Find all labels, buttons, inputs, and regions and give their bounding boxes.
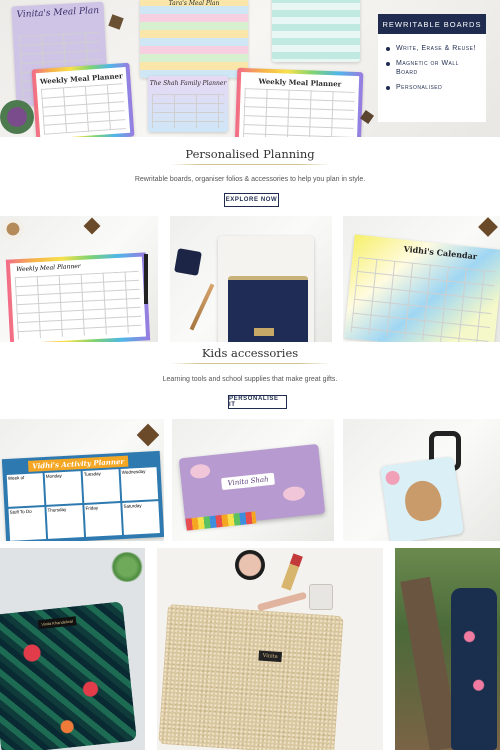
planning-tile-board[interactable]: Weekly Meal Planner xyxy=(0,216,158,342)
planner-day-cell: Wednesday xyxy=(120,467,159,501)
folio-nameplate xyxy=(254,328,274,336)
eyeshadow-decoration xyxy=(235,550,265,580)
kids-section-title: Kids accessories xyxy=(201,346,299,360)
planner-day-cell: Thursday xyxy=(46,505,85,539)
clutch-name-label: Vinita xyxy=(258,650,282,663)
activity-planner-image: Vidhi's Activity Planner Week of Monday … xyxy=(1,450,164,541)
family-stripe-board: Tara's Meal Plan xyxy=(140,0,248,78)
planning-tile-calendar[interactable]: Vidhi's Calendar xyxy=(343,216,500,342)
meal-planner-board-image: Weekly Meal Planner xyxy=(5,252,151,342)
succulent-decoration xyxy=(0,100,34,134)
hero-banner[interactable]: Vinita's Meal Plan Weekly Meal Planner T… xyxy=(0,0,500,137)
bullet-icon xyxy=(386,86,390,90)
ring-box-decoration xyxy=(174,248,202,276)
planner-day-cell: Friday xyxy=(84,503,122,537)
kids-title-underline xyxy=(170,363,330,364)
calendar-board-title: Vidhi's Calendar xyxy=(403,243,478,262)
family-planner-board: The Shah Family Planner xyxy=(148,76,228,132)
promo-feature-list: Write, Erase & Reuse! Magnetic or Wall B… xyxy=(386,44,482,98)
explore-now-button[interactable]: Explore Now xyxy=(224,193,279,207)
gem-decoration xyxy=(478,217,498,237)
flamingo-bag-image xyxy=(451,588,497,750)
marker-pen-decoration xyxy=(144,254,148,304)
kids-tile-pencil-box[interactable]: Vinita Shah xyxy=(172,419,334,541)
pouch-name-label: Vinita Khandelwal xyxy=(37,616,77,630)
weekly-planner-board-left: Weekly Meal Planner xyxy=(31,62,135,137)
gem-decoration xyxy=(136,423,160,447)
tropical-pouch-image: Vinita Khandelwal xyxy=(0,601,137,750)
bullet-icon xyxy=(386,62,390,66)
bottom-tile-glitter-clutch[interactable]: Vinita xyxy=(157,548,383,750)
mascara-decoration xyxy=(256,591,308,612)
promo-feature-text: Personalised xyxy=(396,84,443,91)
meal-plan-board-title: Vinita's Meal Plan xyxy=(16,5,100,21)
lipstick-decoration xyxy=(281,553,303,591)
weekly-planner-board-right-title: Weekly Meal Planner xyxy=(258,76,342,89)
planning-section-subtitle: Rewritable boards, organiser folios & ac… xyxy=(134,176,366,183)
perfume-decoration xyxy=(309,584,333,610)
family-stripe-board-title: Tara's Meal Plan xyxy=(168,0,220,7)
bottom-tile-flamingo-bag[interactable] xyxy=(395,548,500,750)
kids-tile-activity-planner[interactable]: Vidhi's Activity Planner Week of Monday … xyxy=(0,419,164,541)
planner-day-cell: Stuff To Do xyxy=(8,507,47,541)
teddy-bear-illustration xyxy=(402,478,444,524)
planning-title-underline xyxy=(170,164,330,165)
kids-section-subtitle: Learning tools and school supplies that … xyxy=(162,376,338,383)
bottom-tile-tropical-pouch[interactable]: Vinita Khandelwal xyxy=(0,548,145,750)
weekly-planner-board-right: Weekly Meal Planner xyxy=(234,67,364,137)
pen-decoration xyxy=(189,283,215,331)
coffee-cup-decoration xyxy=(2,218,24,240)
personalise-it-button[interactable]: Personalise It xyxy=(228,395,287,409)
organiser-folio-image xyxy=(218,236,314,342)
promo-card-heading: Rewritable Boards xyxy=(378,14,486,34)
planner-day-cell: Week of xyxy=(6,473,45,507)
calendar-board-image: Vidhi's Calendar xyxy=(343,234,500,342)
planning-tile-folio[interactable] xyxy=(170,216,332,342)
bullet-icon xyxy=(386,47,390,51)
kids-tile-luggage-tag[interactable] xyxy=(343,419,500,541)
planning-section-title: Personalised Planning xyxy=(185,147,315,161)
pencil-box-label: Vinita Shah xyxy=(221,472,276,491)
gem-decoration xyxy=(83,217,101,235)
planner-day-cell: Tuesday xyxy=(82,469,121,503)
promo-card: Rewritable Boards Write, Erase & Reuse! … xyxy=(378,14,486,122)
promo-feature-text: Magnetic or Wall Board xyxy=(396,60,459,76)
mint-board xyxy=(272,0,360,62)
planner-day-cell: Monday xyxy=(44,471,83,505)
promo-feature-item: Magnetic or Wall Board xyxy=(386,59,482,77)
luggage-tag-image xyxy=(379,456,465,541)
promo-feature-text: Write, Erase & Reuse! xyxy=(396,45,476,52)
planner-day-cell: Saturday xyxy=(122,501,160,535)
cube-decoration xyxy=(108,14,124,30)
meal-planner-board-title: Weekly Meal Planner xyxy=(16,262,81,274)
promo-feature-item: Personalised xyxy=(386,83,482,92)
family-planner-board-title: The Shah Family Planner xyxy=(149,80,227,87)
plant-decoration xyxy=(110,552,144,582)
glitter-clutch-image: Vinita xyxy=(158,604,344,750)
promo-feature-item: Write, Erase & Reuse! xyxy=(386,44,482,53)
cube-decoration xyxy=(360,110,374,124)
